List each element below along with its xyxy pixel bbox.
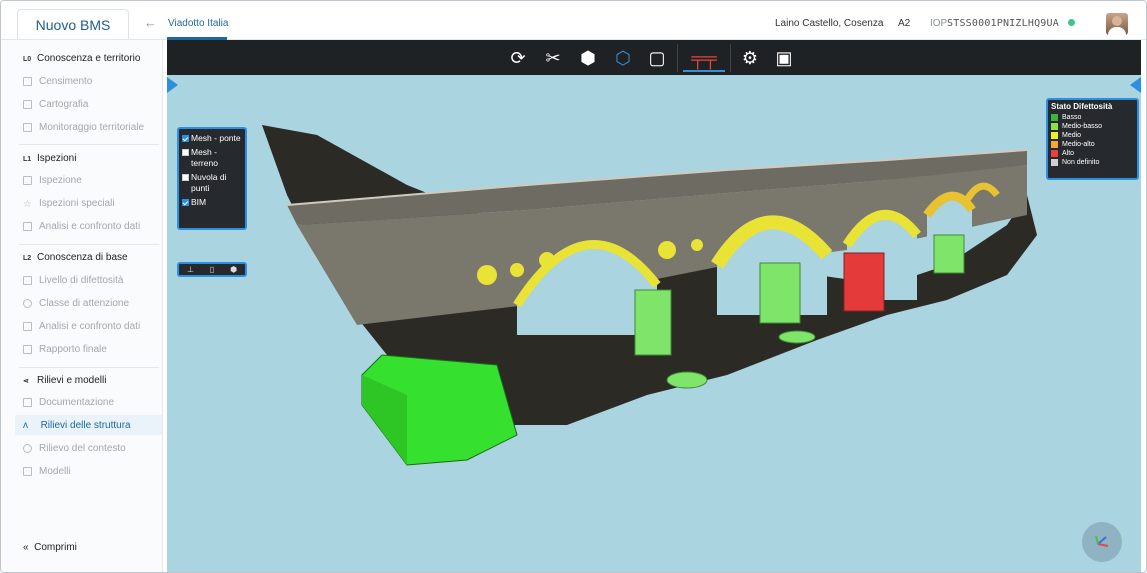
- bridge-icon[interactable]: ╤╤: [683, 44, 725, 72]
- 3d-viewer[interactable]: ⟳ ✂ ⬢ ⬡ ▢ ╤╤ ⚙ ▣ Mesh - ponte Mesh - ter…: [167, 40, 1141, 573]
- sliders-icon: [23, 276, 32, 285]
- share-icon: ⋖: [23, 378, 29, 385]
- divider: [19, 144, 159, 145]
- viewer-toolbar: ⟳ ✂ ⬢ ⬡ ▢ ╤╤ ⚙ ▣: [167, 40, 1141, 75]
- status-indicator: [1068, 19, 1075, 26]
- app-brand[interactable]: Nuovo BMS: [17, 9, 129, 39]
- report-icon: [23, 322, 32, 331]
- star-icon: ☆: [23, 199, 32, 210]
- sidebar-item-monitoraggio[interactable]: Monitoraggio territoriale: [23, 122, 144, 133]
- section-l0[interactable]: L0 Conoscenza e territorio: [23, 53, 140, 64]
- section-l1[interactable]: L1 Ispezioni: [23, 153, 76, 164]
- sidebar-item-classe[interactable]: Classe di attenzione: [23, 298, 129, 309]
- right-panel-toggle[interactable]: [1130, 77, 1141, 93]
- top-bar: Nuovo BMS ← Viadotto Italia Laino Castel…: [1, 1, 1146, 40]
- toolbar-separator: [730, 44, 731, 72]
- legend-item: Medio: [1051, 132, 1134, 139]
- map-icon: [23, 100, 32, 109]
- checkbox[interactable]: [182, 174, 189, 181]
- checkbox[interactable]: [182, 199, 189, 206]
- legend-item: Non definito: [1051, 159, 1134, 166]
- defect-legend: Stato Difettosità Basso Medio-basso Medi…: [1046, 98, 1139, 180]
- sidebar: L0 Conoscenza e territorio Censimento Car…: [1, 40, 163, 572]
- axes-gizmo-icon[interactable]: [1082, 522, 1122, 562]
- section-l2[interactable]: L2 Conoscenza di base: [23, 252, 128, 263]
- view-mode-bar: ⊥ ▯ ⬢: [177, 262, 247, 277]
- document-icon: [23, 345, 32, 354]
- sidebar-item-rilievi-struttura[interactable]: ʌ Rilievi delle struttura: [15, 415, 162, 435]
- chevrons-left-icon: «: [23, 542, 35, 553]
- file-icon[interactable]: ▯: [210, 265, 214, 274]
- globe-icon: [23, 444, 32, 453]
- bridge-model[interactable]: [167, 75, 1141, 573]
- arrow-left-icon[interactable]: ←: [144, 15, 157, 30]
- divider: [19, 244, 159, 245]
- layer-mesh-ponte[interactable]: Mesh - ponte: [182, 133, 242, 144]
- tree-icon[interactable]: ⊥: [187, 265, 194, 274]
- sidebar-item-ispezioni-speciali[interactable]: ☆ Ispezioni speciali: [23, 198, 115, 210]
- checkbox[interactable]: [182, 135, 189, 142]
- gallery-icon[interactable]: ▣: [770, 44, 798, 72]
- avatar[interactable]: [1106, 13, 1128, 35]
- sidebar-item-ispezione[interactable]: Ispezione: [23, 175, 82, 186]
- layer-bim[interactable]: BIM: [182, 197, 242, 208]
- report-icon: [23, 222, 32, 231]
- sidebar-item-cartografia[interactable]: Cartografia: [23, 99, 88, 110]
- legend-item: Medio-alto: [1051, 141, 1134, 148]
- sidebar-item-analisi-l1[interactable]: Analisi e confronto dati: [23, 221, 140, 232]
- legend-title: Stato Difettosità: [1051, 102, 1113, 111]
- cube-icon[interactable]: ⬢: [230, 265, 237, 274]
- checkbox[interactable]: [182, 149, 189, 156]
- legend-item: Basso: [1051, 114, 1134, 121]
- clipboard-icon: [23, 176, 32, 185]
- layer-mesh-terreno[interactable]: Mesh - terreno: [182, 147, 242, 169]
- sidebar-item-rilievo-contesto[interactable]: Rilievo del contesto: [23, 443, 126, 454]
- iop-code: STSS0001PNIZLHQ9UA: [947, 18, 1059, 29]
- legend-item: Alto: [1051, 150, 1134, 157]
- layers-panel: Mesh - ponte Mesh - terreno Nuvola di pu…: [177, 127, 247, 230]
- wire-cube-icon[interactable]: ⬡: [609, 44, 637, 72]
- layer-nuvola-punti[interactable]: Nuvola di punti: [182, 172, 242, 194]
- legend-item: Medio-basso: [1051, 123, 1134, 130]
- region-text: A2: [898, 18, 911, 29]
- list-icon: [23, 77, 32, 86]
- section-rilievi[interactable]: ⋖ Rilievi e modelli: [23, 375, 106, 386]
- breadcrumb[interactable]: Viadotto Italia: [168, 18, 228, 29]
- app-window: Nuovo BMS ← Viadotto Italia Laino Castel…: [0, 0, 1147, 573]
- clip-icon[interactable]: ✂: [539, 44, 567, 72]
- sidebar-item-documentazione[interactable]: Documentazione: [23, 397, 114, 408]
- warning-icon: [23, 299, 32, 308]
- cube-icon[interactable]: ⬢: [574, 44, 602, 72]
- sidebar-item-livello[interactable]: Livello di difettosità: [23, 275, 124, 286]
- frame-icon[interactable]: ▢: [643, 44, 671, 72]
- chart-icon: [23, 123, 32, 132]
- model-icon: [23, 467, 32, 476]
- left-panel-toggle[interactable]: [167, 77, 178, 93]
- collapse-button[interactable]: « Comprimi: [23, 542, 77, 553]
- rotate-icon[interactable]: ⟳: [504, 44, 532, 72]
- iop-label: IOP: [930, 18, 948, 29]
- document-icon: [23, 398, 32, 407]
- sidebar-item-censimento[interactable]: Censimento: [23, 76, 92, 87]
- sidebar-item-analisi-l2[interactable]: Analisi e confronto dati: [23, 321, 140, 332]
- settings-icon[interactable]: ⚙: [736, 44, 764, 72]
- sidebar-item-rapporto[interactable]: Rapporto finale: [23, 344, 107, 355]
- toolbar-separator: [677, 44, 678, 72]
- divider: [19, 367, 159, 368]
- lambda-icon: ʌ: [23, 419, 34, 431]
- location-text: Laino Castello, Cosenza: [775, 18, 884, 29]
- sidebar-item-modelli[interactable]: Modelli: [23, 466, 71, 477]
